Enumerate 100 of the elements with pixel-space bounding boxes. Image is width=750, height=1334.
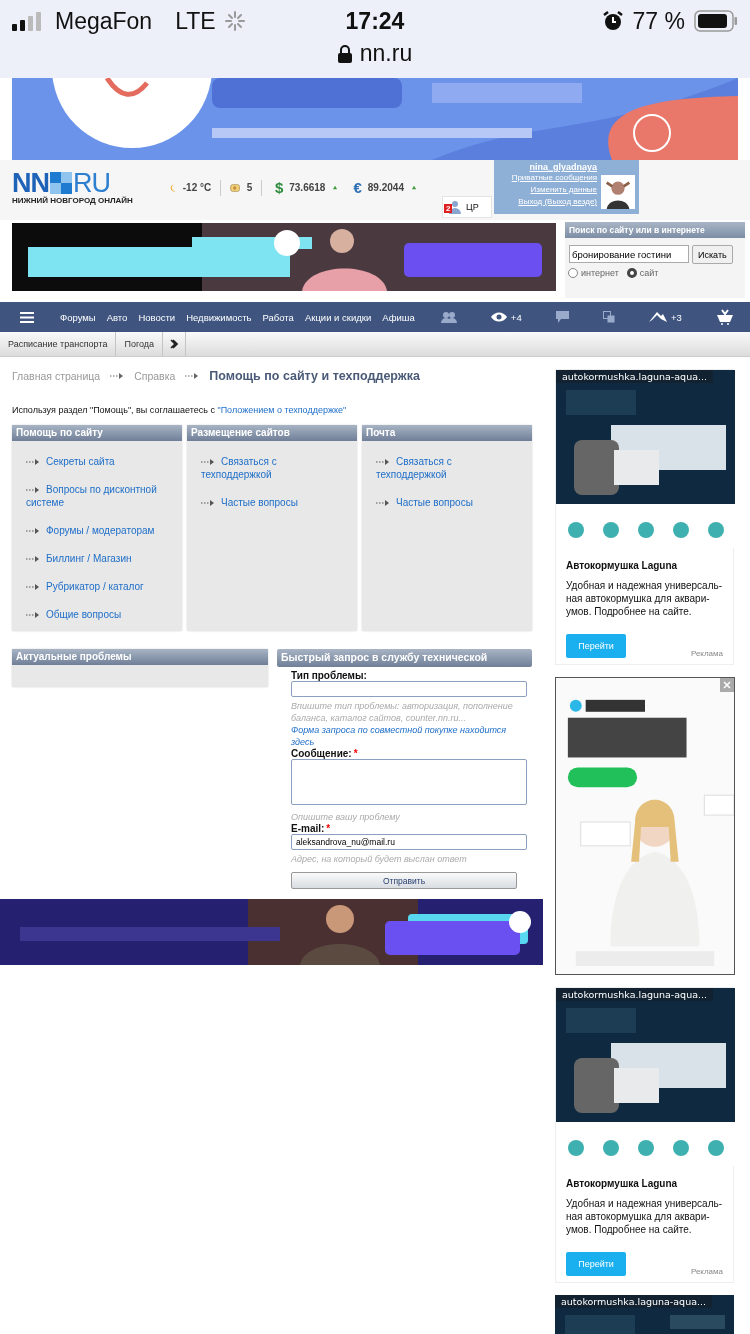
temperature: -12 °C	[182, 182, 212, 193]
help-link[interactable]: Связаться с техподдержкой	[201, 455, 347, 481]
up-arrow-icon	[333, 185, 338, 190]
dotted-arrow-icon	[376, 459, 390, 466]
send-button[interactable]: Отправить	[291, 872, 517, 889]
dotted-arrow-icon	[26, 584, 40, 591]
ad-title: Автокормушка Laguna	[566, 560, 678, 571]
squares-icon[interactable]	[602, 311, 615, 323]
nav-link[interactable]: Недвижимость	[186, 311, 252, 323]
help-link[interactable]: Форумы / модераторам	[26, 524, 172, 537]
section-title: Помощь по сайту	[12, 425, 182, 441]
page-url[interactable]: nn.ru	[359, 40, 413, 67]
ad-label: Реклама	[690, 1267, 723, 1276]
search-field[interactable]: бронирование гостини	[569, 245, 689, 263]
dotted-arrow-icon	[201, 500, 215, 507]
battery-icon	[694, 10, 738, 32]
carrier-name: MegaFon	[55, 7, 153, 35]
nav-link[interactable]: Афиша	[382, 311, 415, 323]
counter: +3	[671, 311, 682, 323]
currency-sign: €	[353, 179, 362, 196]
battery-percent: 77 %	[632, 7, 685, 35]
help-link[interactable]: Частые вопросы	[376, 496, 522, 509]
logo-text[interactable]: RU	[73, 170, 110, 196]
exchange-rate: 73.6618	[289, 182, 326, 193]
required-mark: *	[326, 823, 331, 834]
radio-label[interactable]: сайт	[639, 268, 659, 278]
dotted-arrow-icon	[185, 373, 200, 379]
message-field[interactable]	[291, 759, 527, 805]
lock-icon	[337, 44, 352, 63]
nav-link[interactable]: Новости	[138, 311, 176, 323]
input-field[interactable]: aleksandrova_nu@mail.ru	[291, 834, 527, 850]
field-hint: Опишите вашу проблему	[291, 811, 401, 823]
chat-icon[interactable]	[555, 311, 569, 323]
close-icon[interactable]	[720, 678, 734, 692]
section-title: Почта	[362, 425, 532, 441]
ad-url[interactable]: autokormushka.laguna-aqua...	[555, 1295, 713, 1308]
nav-link[interactable]: Работа	[262, 311, 294, 323]
alarm-icon	[601, 10, 624, 32]
notice-link[interactable]: "Положением о техподдержке"	[217, 405, 347, 415]
group-purchase-link[interactable]: Форма запроса по совместной покупке находится здесь	[291, 724, 527, 748]
field-label: E-mail:	[291, 823, 325, 834]
logo-square-icon	[50, 172, 72, 194]
field-hint: Адрес, на который будет выслан ответ	[291, 853, 468, 865]
eye-icon[interactable]	[490, 312, 507, 322]
search-button[interactable]: Искать	[692, 245, 733, 264]
menu-icon[interactable]	[20, 311, 34, 323]
ad-label: Реклама	[690, 649, 723, 658]
help-link[interactable]: Секреты сайта	[26, 455, 172, 468]
people-icon[interactable]	[440, 311, 457, 323]
currency-sign: $	[274, 179, 284, 196]
required-mark: *	[353, 748, 358, 759]
sub-nav-tab[interactable]: Погода	[116, 332, 164, 356]
dotted-arrow-icon	[26, 612, 40, 619]
exchange-rate: 89.2044	[367, 182, 404, 193]
ad-title: Автокормушка Laguna	[566, 1178, 678, 1189]
basket-icon[interactable]	[715, 309, 734, 325]
users-icon	[446, 200, 462, 214]
request-form-title: Быстрый запрос в службу технической	[277, 649, 532, 667]
ad-url[interactable]: autokormushka.laguna-aqua...	[556, 988, 714, 1001]
nav-link[interactable]: Авто	[106, 311, 128, 323]
breadcrumb-link[interactable]: Главная страница	[12, 370, 101, 382]
page-title: Помощь по сайту и техподдержка	[209, 369, 420, 383]
chevron-icon[interactable]	[170, 339, 179, 349]
input-field[interactable]	[291, 681, 527, 697]
clock-time: 17:24	[345, 7, 405, 35]
notification-count: 2	[444, 204, 453, 213]
help-link[interactable]: Частые вопросы	[201, 496, 347, 509]
field-hint: Впишите тип проблемы: авторизация, пополнение баланса, каталог сайтов, counter.nn.ru...	[291, 700, 514, 724]
ad-description: Удобная и надежная универсаль- ная автокормушка для аквари- умов. Подробнее на сайте.	[566, 579, 723, 618]
logo-caption: НИЖНИЙ НОВГОРОД ОНЛАЙН	[12, 196, 134, 205]
nav-link[interactable]: Форумы	[60, 311, 96, 323]
field-label: Сообщение:	[291, 748, 352, 759]
breadcrumb-link[interactable]: Справка	[134, 370, 176, 382]
notice-text: Используя раздел "Помощь", вы соглашаетесь с "Положением о техподдержке"	[12, 405, 348, 415]
radio-button[interactable]	[568, 268, 578, 278]
help-link[interactable]: Связаться с техподдержкой	[376, 455, 522, 481]
dotted-arrow-icon	[26, 459, 40, 466]
dotted-arrow-icon	[376, 500, 390, 507]
search-title: Поиск по сайту или в интернете	[565, 222, 745, 238]
help-link[interactable]: Вопросы по дисконтной системе	[26, 483, 172, 509]
network-type: LTE	[175, 7, 216, 35]
help-link[interactable]: Общие вопросы	[26, 608, 172, 621]
counter: +4	[510, 311, 522, 323]
sub-nav-tab[interactable]: Расписание транспорта	[0, 332, 117, 356]
radio-label[interactable]: интернет	[581, 268, 619, 278]
section-title: Размещение сайтов	[187, 425, 357, 441]
ad-description: Удобная и надежная универсаль- ная автокормушка для аквари- умов. Подробнее на сайте.	[566, 1197, 723, 1236]
logo-text[interactable]: NN	[12, 170, 49, 196]
traffic-score: 5	[246, 182, 253, 193]
dotted-arrow-icon	[201, 459, 215, 466]
ad-url[interactable]: autokormushka.laguna-aqua...	[556, 370, 714, 383]
nav-link[interactable]: Акции и скидки	[304, 311, 372, 323]
help-link[interactable]: Биллинг / Магазин	[26, 552, 172, 565]
dotted-arrow-icon	[26, 487, 40, 494]
dotted-arrow-icon	[110, 373, 125, 379]
notifications-box[interactable]: 2 ЦР	[442, 196, 492, 218]
help-link[interactable]: Рубрикатор / каталог	[26, 580, 172, 593]
loading-spinner-icon	[224, 11, 245, 31]
radio-button[interactable]	[626, 268, 637, 278]
dotted-arrow-icon	[26, 556, 40, 563]
